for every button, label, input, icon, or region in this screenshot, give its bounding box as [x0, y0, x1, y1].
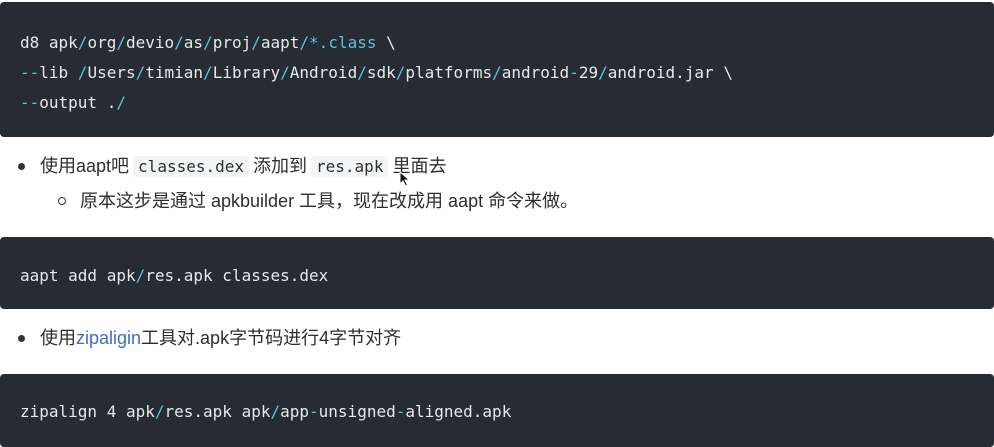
code-text-token: Android [289, 63, 358, 82]
code-operator-token: / [395, 63, 406, 82]
code-operator-token: / [154, 402, 165, 421]
code-operator-token: / [116, 93, 126, 112]
code-line: --output ./ [20, 88, 994, 118]
bullet-dot [18, 335, 25, 342]
code-operator-token: / [77, 33, 88, 52]
code-text-token: aapt [260, 33, 300, 52]
code-block-aapt-add: aapt add apk/res.apk classes.dex [0, 237, 994, 309]
code-operator-token: - [569, 63, 579, 82]
sub-bullet-text: 原本这步是通过 apkbuilder 工具，现在改成用 aapt 命令来做。 [80, 191, 579, 211]
code-operator-token: / [116, 33, 126, 52]
mouse-cursor-icon [399, 171, 411, 187]
sub-bullet-circle [58, 197, 66, 205]
code-text-token: app [280, 402, 310, 421]
code-text-token: android.jar \ [607, 63, 733, 82]
code-text-token: sdk [366, 63, 396, 82]
code-operator-token: / [203, 63, 213, 82]
code-operator-token: / [598, 63, 608, 82]
code-operator-token: -- [20, 63, 40, 82]
inline-code-res-apk: res.apk [311, 156, 389, 177]
code-operator-token: / [174, 33, 184, 52]
code-text-token: 29 [578, 63, 599, 82]
code-text-token: proj [212, 33, 252, 52]
code-text-token: lib [39, 63, 78, 82]
code-text-token: android [501, 63, 570, 82]
bullet-text: 使用zipaligin工具对.apk字节码进行4字节对齐 [40, 328, 402, 348]
code-text-token: output . [39, 93, 117, 112]
bullet-dot [18, 163, 25, 170]
code-text-token: as [183, 33, 204, 52]
code-operator-token: /*. [299, 33, 329, 52]
code-block-d8-command: d8 apk/org/devio/as/proj/aapt/*.class \ -… [0, 2, 994, 137]
zipaligin-link[interactable]: zipaligin [76, 328, 141, 348]
code-text-token: \ [376, 33, 396, 52]
code-operator-token: / [135, 266, 146, 285]
code-line: --lib /Users/timian/Library/Android/sdk/… [20, 58, 994, 88]
code-operator-token: / [270, 402, 281, 421]
code-operator-token: / [135, 63, 146, 82]
code-operator-token: / [77, 63, 88, 82]
code-operator-token: - [395, 402, 406, 421]
code-line: d8 apk/org/devio/as/proj/aapt/*.class \ [20, 28, 994, 58]
code-text-token: res.apk apk [164, 402, 271, 421]
code-text-token: org [87, 33, 117, 52]
code-text-token: timian [145, 63, 204, 82]
code-text-token: d8 apk [20, 33, 78, 52]
code-operator-token: / [280, 63, 290, 82]
inline-code-classes-dex: classes.dex [133, 156, 250, 177]
code-operator-token: / [203, 33, 213, 52]
code-text-token: aligned.apk [405, 402, 512, 421]
code-operator-token: -- [20, 93, 40, 112]
code-text-token: unsigned [318, 402, 396, 421]
code-text-token: platforms [405, 63, 493, 82]
code-operator-token: / [492, 63, 502, 82]
code-line: zipalign 4 apk/res.apk apk/app-unsigned-… [20, 397, 994, 427]
code-text-token: zipalign 4 apk [20, 402, 155, 421]
code-operator-token: class [328, 33, 377, 52]
bullet-text: 使用aapt吧 classes.dex 添加到 res.apk 里面去 [40, 156, 447, 177]
code-operator-token: / [251, 33, 261, 52]
code-operator-token: / [357, 63, 367, 82]
code-text-token: Library [212, 63, 281, 82]
code-text-token: res.apk classes.dex [145, 266, 329, 285]
code-block-zipalign: zipalign 4 apk/res.apk apk/app-unsigned-… [0, 374, 994, 447]
code-operator-token: - [309, 402, 319, 421]
code-text-token: devio [125, 33, 175, 52]
code-text-token: Users [87, 63, 136, 82]
code-line: aapt add apk/res.apk classes.dex [20, 261, 994, 291]
code-text-token: aapt add apk [20, 266, 136, 285]
